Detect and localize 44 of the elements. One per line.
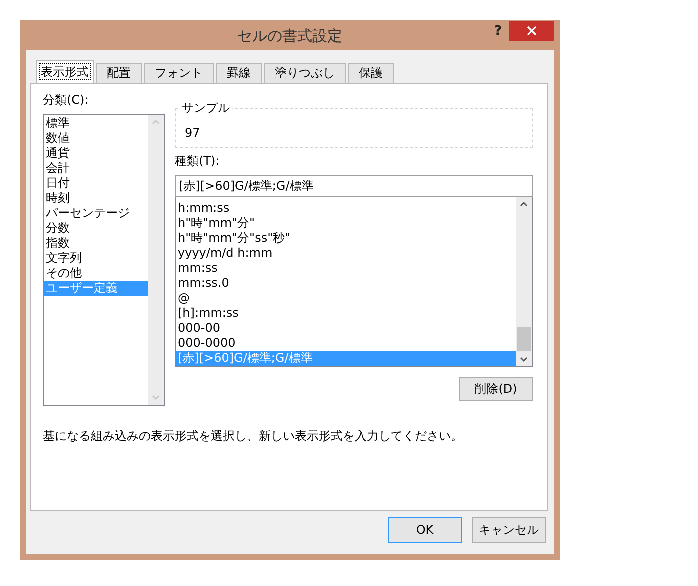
category-label: 分類(C): [43, 92, 90, 108]
scroll-thumb[interactable] [517, 327, 531, 351]
format-item[interactable]: h"時"mm"分"ss"秒" [176, 231, 516, 246]
close-button[interactable] [509, 21, 554, 41]
hint-text: 基になる組み込みの表示形式を選択し、新しい表示形式を入力してください。 [43, 428, 464, 445]
sample-legend: サンプル [180, 100, 232, 117]
ok-button[interactable]: OK [388, 517, 462, 543]
format-item[interactable]: [h]:mm:ss [176, 306, 516, 321]
tab[interactable]: 保護 [348, 63, 394, 83]
category-item[interactable]: パーセンテージ [44, 206, 148, 221]
format-item[interactable]: mm:ss [176, 261, 516, 276]
format-item[interactable]: 000-0000 [176, 336, 516, 351]
category-item[interactable]: その他 [44, 266, 148, 281]
format-item[interactable]: 000-00 [176, 321, 516, 336]
format-item[interactable]: @ [176, 291, 516, 306]
cancel-button[interactable]: キャンセル [472, 517, 546, 543]
category-item[interactable]: 分数 [44, 221, 148, 236]
category-item[interactable]: 会計 [44, 161, 148, 176]
format-item[interactable]: yyyy/m/d h:mm [176, 246, 516, 261]
format-item[interactable]: h:mm:ss [176, 201, 516, 216]
sample-value: 97 [185, 126, 200, 140]
type-label: 種類(T): [175, 153, 221, 169]
type-input-field[interactable]: [赤][>60]G/標準;G/標準 [175, 175, 533, 197]
category-item[interactable]: 指数 [44, 236, 148, 251]
scrollbar[interactable] [516, 197, 532, 366]
close-icon [526, 26, 536, 36]
format-item[interactable]: h"時"mm"分" [176, 216, 516, 231]
category-item[interactable]: 日付 [44, 176, 148, 191]
category-item[interactable]: 数値 [44, 131, 148, 146]
category-item[interactable]: 標準 [44, 116, 148, 131]
help-button[interactable]: ? [494, 24, 502, 39]
scroll-down-icon[interactable] [520, 357, 528, 362]
tab[interactable]: 表示形式 [36, 60, 94, 83]
format-item[interactable]: mm:ss.0 [176, 276, 516, 291]
tab[interactable]: 罫線 [216, 63, 262, 83]
delete-button[interactable]: 削除(D) [459, 377, 533, 401]
category-item[interactable]: 文字列 [44, 251, 148, 266]
tab[interactable]: フォント [144, 63, 214, 83]
tab[interactable]: 配置 [96, 63, 142, 83]
scroll-up-icon[interactable] [520, 202, 528, 207]
category-item[interactable]: 時刻 [44, 191, 148, 206]
window-title: セルの書式設定 [238, 27, 342, 46]
tab[interactable]: 塗りつぶし [264, 63, 346, 83]
category-item[interactable]: 通貨 [44, 146, 148, 161]
